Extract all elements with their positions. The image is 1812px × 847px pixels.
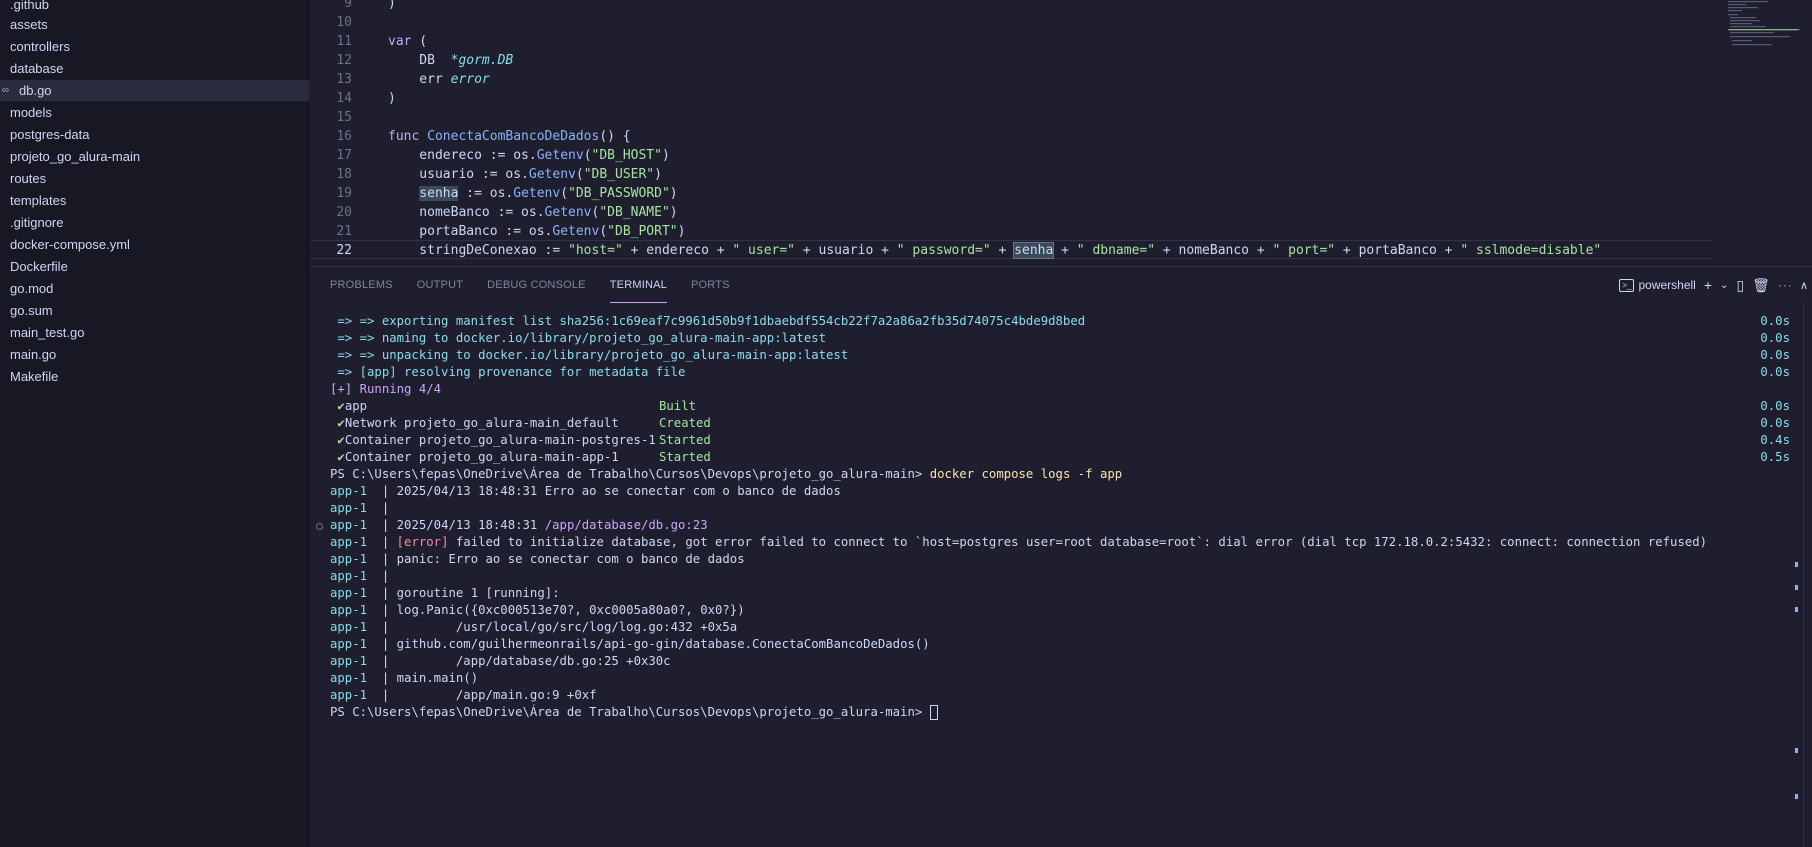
check-icon: ✔: [330, 416, 345, 430]
terminal-service-line: ✔app Built 0.0s: [330, 399, 1790, 413]
code-line: 19 senha := os.Getenv("DB_PASSWORD"): [336, 186, 678, 201]
terminal-line: [+] Running 4/4: [330, 382, 442, 396]
check-icon: ✔: [330, 450, 345, 464]
code-line: 17 endereco := os.Getenv("DB_HOST"): [336, 148, 670, 163]
panel-tabs: PROBLEMS OUTPUT DEBUG CONSOLE TERMINAL P…: [310, 267, 1510, 303]
tree-folder-projeto[interactable]: projeto_go_alura-main: [0, 146, 309, 167]
panel-actions: >_ powershell + ⌄ ▯ 🗑 ⋯ ∧: [1619, 267, 1812, 303]
go-file-icon: ∞: [1, 85, 10, 96]
terminal-service-line: ✔Container projeto_go_alura-main-postgre…: [330, 433, 1790, 447]
code-line: 16 func ConectaComBancoDeDados() {: [336, 129, 631, 144]
scroll-marker: [1795, 794, 1798, 799]
terminal-log-line: app-1 | log.Panic({0xc000513e70?, 0xc000…: [330, 603, 745, 617]
tree-folder-templates[interactable]: templates: [0, 190, 309, 211]
terminal-log-line: app-1 | /usr/local/go/src/log/log.go:432…: [330, 620, 738, 634]
code-line: 12 DB *gorm.DB: [336, 53, 514, 68]
tab-problems[interactable]: PROBLEMS: [330, 267, 393, 303]
scroll-marker: [1795, 748, 1798, 753]
code-line: 9): [344, 0, 396, 11]
tree-folder-models[interactable]: models: [0, 102, 309, 123]
panel-more-icon[interactable]: ⋯: [1778, 277, 1792, 294]
command-decoration-icon[interactable]: [316, 523, 323, 530]
tree-file-go-mod[interactable]: go.mod: [0, 278, 309, 299]
minimap[interactable]: [1722, 0, 1812, 55]
tree-file-main-test-go[interactable]: main_test.go: [0, 322, 309, 343]
scroll-marker: [1795, 607, 1798, 612]
check-icon: ✔: [330, 399, 345, 413]
tab-terminal[interactable]: TERMINAL: [609, 267, 667, 303]
tree-file-makefile[interactable]: Makefile: [0, 366, 309, 387]
explorer-sidebar: .github assets controllers database ∞ db…: [0, 0, 309, 847]
terminal-line: => => unpacking to docker.io/library/pro…: [330, 348, 1790, 362]
tree-folder-postgres-data[interactable]: postgres-data: [0, 124, 309, 145]
terminal-scrollbar[interactable]: [1803, 303, 1804, 847]
terminal-prompt-line: PS C:\Users\fepas\OneDrive\Área de Traba…: [330, 467, 1123, 481]
code-line: 11 var (: [336, 34, 428, 49]
terminal-log-line: app-1 | /app/main.go:9 +0xf: [330, 688, 597, 702]
terminal-log-line: app-1 |: [330, 501, 397, 515]
bottom-panel: PROBLEMS OUTPUT DEBUG CONSOLE TERMINAL P…: [310, 266, 1812, 847]
tree-folder-assets[interactable]: assets: [0, 14, 309, 35]
chevron-up-icon[interactable]: ∧: [1800, 279, 1808, 292]
chevron-down-icon[interactable]: ⌄: [1720, 280, 1728, 291]
terminal-log-line: app-1 | [error] failed to initialize dat…: [330, 535, 1708, 549]
code-line: 21 portaBanco := os.Getenv("DB_PORT"): [336, 224, 686, 239]
split-terminal-icon[interactable]: ▯: [1736, 277, 1744, 294]
shell-label: powershell: [1638, 278, 1696, 292]
terminal-cursor: [929, 705, 938, 720]
terminal-line: => [app] resolving provenance for metada…: [330, 365, 1790, 379]
terminal-log-line: app-1 | 2025/04/13 18:48:31 /app/databas…: [330, 518, 708, 532]
code-line: 20 nomeBanco := os.Getenv("DB_NAME"): [336, 205, 678, 220]
scroll-marker: [1795, 585, 1798, 590]
terminal-output[interactable]: => => exporting manifest list sha256:1c6…: [310, 313, 1812, 833]
tab-debug-console[interactable]: DEBUG CONSOLE: [487, 267, 586, 303]
terminal-log-line: app-1 |: [330, 569, 397, 583]
tab-ports[interactable]: PORTS: [691, 267, 730, 303]
trash-icon[interactable]: 🗑: [1752, 277, 1770, 294]
tree-file-dockerfile[interactable]: Dockerfile: [0, 256, 309, 277]
code-line: 10: [336, 15, 352, 30]
check-icon: ✔: [330, 433, 345, 447]
code-line: 15: [336, 110, 352, 125]
tree-file-db-go[interactable]: ∞ db.go: [0, 80, 309, 101]
tree-folder-github[interactable]: .github: [0, 0, 309, 15]
tree-file-main-go[interactable]: main.go: [0, 344, 309, 365]
new-terminal-plus-icon[interactable]: +: [1704, 277, 1712, 293]
terminal-log-line: app-1 | github.com/guilhermeonrails/api-…: [330, 637, 930, 651]
code-line: 18 usuario := os.Getenv("DB_USER"): [336, 167, 662, 182]
terminal-prompt-line: PS C:\Users\fepas\OneDrive\Área de Traba…: [330, 704, 1790, 721]
terminal-profile-selector[interactable]: >_ powershell: [1619, 278, 1696, 292]
terminal-log-line: app-1 | goroutine 1 [running]:: [330, 586, 560, 600]
tree-file-docker-compose[interactable]: docker-compose.yml: [0, 234, 309, 255]
terminal-log-line: app-1 | main.main(): [330, 671, 479, 685]
tab-output[interactable]: OUTPUT: [417, 267, 463, 303]
tree-folder-database[interactable]: database: [0, 58, 309, 79]
tree-folder-controllers[interactable]: controllers: [0, 36, 309, 57]
terminal-line: => => naming to docker.io/library/projet…: [330, 331, 1790, 345]
terminal-service-line: ✔Container projeto_go_alura-main-app-1 St…: [330, 450, 1790, 464]
tree-file-gitignore[interactable]: .gitignore: [0, 212, 309, 233]
terminal-log-line: app-1 | panic: Erro ao se conectar com o…: [330, 552, 745, 566]
terminal-log-line: app-1 | /app/database/db.go:25 +0x30c: [330, 654, 671, 668]
tree-file-go-sum[interactable]: go.sum: [0, 300, 309, 321]
terminal-icon: >_: [1619, 278, 1635, 292]
terminal-line: => => exporting manifest list sha256:1c6…: [330, 314, 1790, 328]
code-line: 13 err error: [336, 72, 490, 87]
tree-folder-routes[interactable]: routes: [0, 168, 309, 189]
code-editor[interactable]: 9) 10 11 var ( 12 DB *gorm.DB 13 err erro…: [310, 0, 1812, 266]
code-line-current: 22 stringDeConexao := "host=" + endereco…: [310, 240, 1712, 259]
terminal-log-line: app-1 | 2025/04/13 18:48:31 Erro ao se c…: [330, 484, 841, 498]
scroll-marker: [1795, 562, 1798, 567]
terminal-service-line: ✔Network projeto_go_alura-main_default Cr…: [330, 416, 1790, 430]
code-line: 14): [336, 91, 396, 106]
